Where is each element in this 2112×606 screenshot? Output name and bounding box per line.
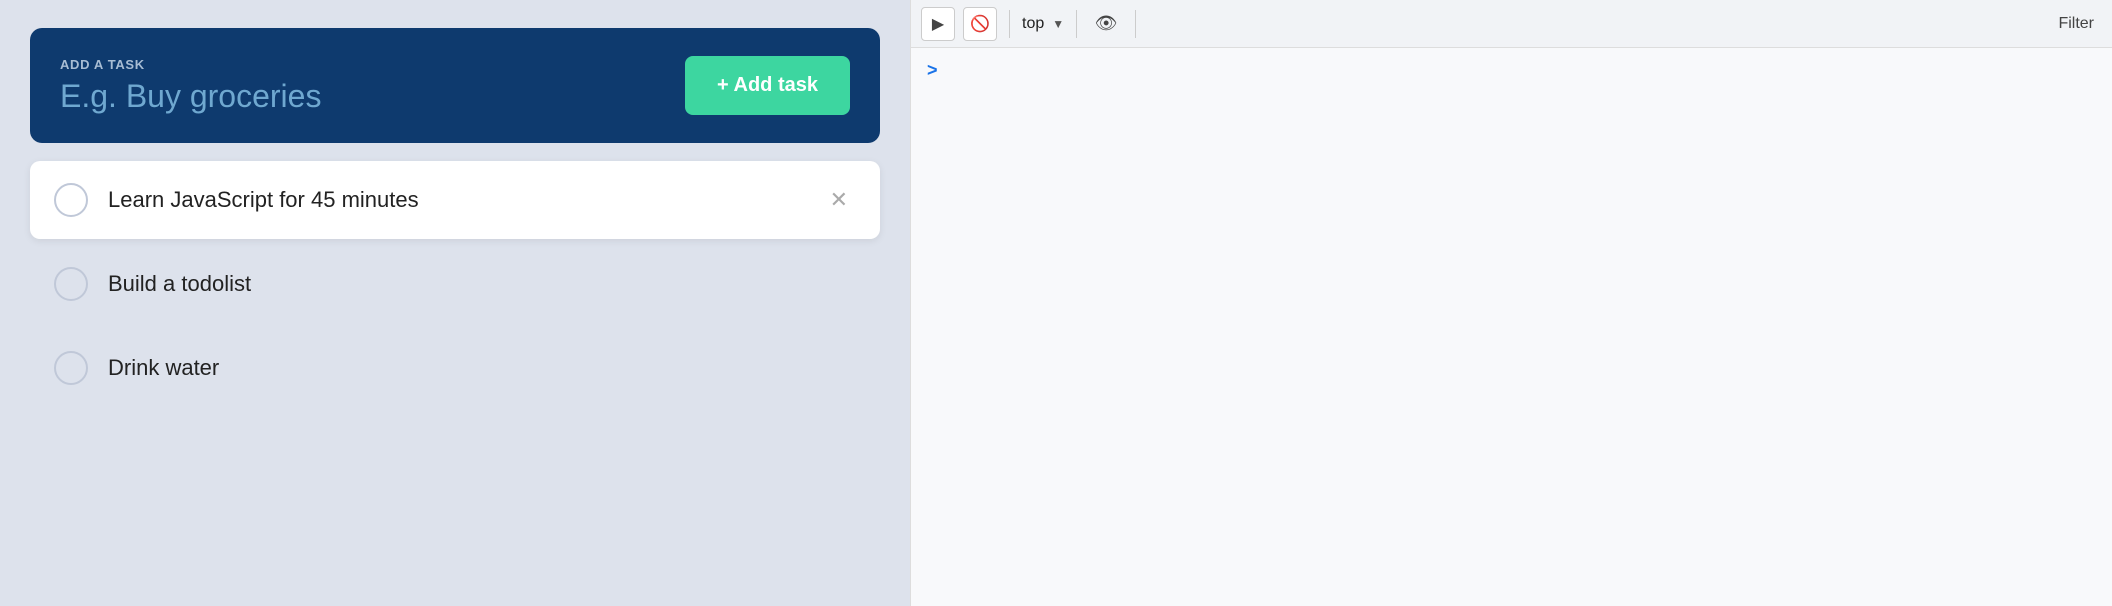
ban-icon: 🚫 — [970, 14, 990, 34]
expand-arrow-icon[interactable]: > — [927, 60, 938, 80]
ban-button[interactable]: 🚫 — [963, 7, 997, 41]
chevron-down-icon[interactable]: ▼ — [1052, 17, 1064, 31]
task-item: Build a todolist — [30, 245, 880, 323]
toolbar-separator-2 — [1076, 10, 1077, 38]
task-checkbox-1[interactable] — [54, 183, 88, 217]
add-task-button[interactable]: + Add task — [685, 56, 850, 115]
add-task-label-group: Add a task E.g. Buy groceries — [60, 57, 321, 115]
toolbar-separator-1 — [1009, 10, 1010, 38]
play-icon: ▶ — [932, 14, 944, 34]
toolbar-separator-3 — [1135, 10, 1136, 38]
add-task-label: Add a task — [60, 57, 321, 72]
eye-icon: 👁 — [1095, 13, 1118, 34]
task-item: Learn JavaScript for 45 minutes ✕ — [30, 161, 880, 239]
task-text-1: Learn JavaScript for 45 minutes — [108, 187, 802, 213]
eye-button[interactable]: 👁 — [1089, 7, 1123, 41]
add-task-card: Add a task E.g. Buy groceries + Add task — [30, 28, 880, 143]
task-list: Learn JavaScript for 45 minutes ✕ Build … — [30, 161, 880, 407]
filter-label[interactable]: Filter — [2050, 11, 2102, 37]
task-checkbox-3[interactable] — [54, 351, 88, 385]
devtools-panel: ▶ 🚫 top ▼ 👁 Filter > — [910, 0, 2112, 606]
play-button[interactable]: ▶ — [921, 7, 955, 41]
add-task-placeholder: E.g. Buy groceries — [60, 78, 321, 115]
context-value: top — [1022, 15, 1044, 33]
task-text-3: Drink water — [108, 355, 856, 381]
todo-panel: Add a task E.g. Buy groceries + Add task… — [0, 0, 910, 606]
devtools-toolbar: ▶ 🚫 top ▼ 👁 Filter — [911, 0, 2112, 48]
task-item: Drink water — [30, 329, 880, 407]
context-select[interactable]: top — [1022, 15, 1044, 33]
task-checkbox-2[interactable] — [54, 267, 88, 301]
task-delete-1[interactable]: ✕ — [822, 185, 856, 215]
devtools-content: > — [911, 48, 2112, 606]
task-text-2: Build a todolist — [108, 271, 856, 297]
